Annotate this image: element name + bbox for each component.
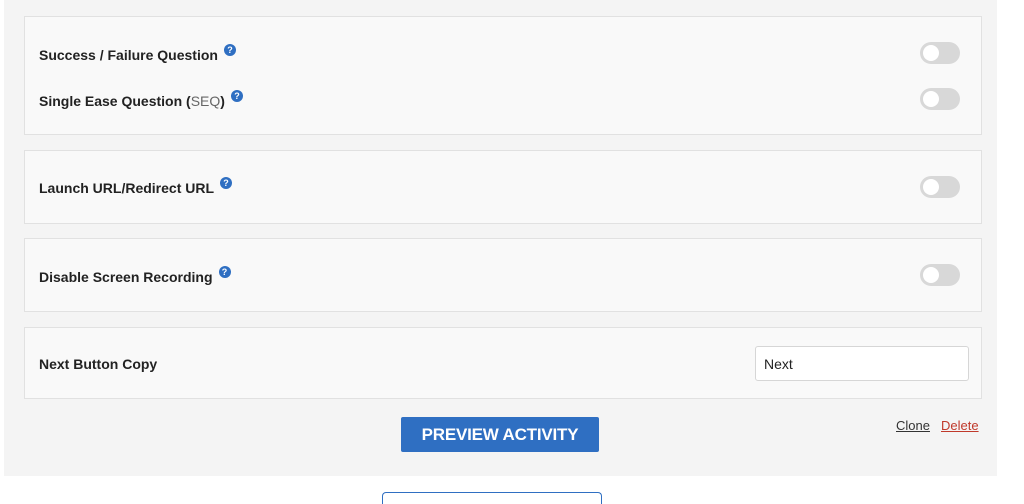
help-icon[interactable]: ? — [218, 266, 231, 278]
toggle-knob — [923, 91, 939, 107]
seq-abbr: SEQ — [190, 93, 221, 109]
questions-card: Success / Failure Question ? Single Ease… — [24, 16, 982, 135]
help-icon[interactable]: ? — [230, 90, 243, 102]
disable-recording-toggle[interactable] — [920, 264, 960, 286]
next-button-copy-label: Next Button Copy — [39, 356, 158, 372]
disable-recording-label: Disable Screen Recording — [39, 269, 213, 285]
partially-visible-button[interactable] — [382, 492, 602, 504]
seq-label: Single Ease Question ( — [39, 93, 191, 109]
disable-recording-card: Disable Screen Recording ? — [24, 238, 982, 312]
seq-toggle[interactable] — [920, 88, 960, 110]
seq-label-end: ) — [220, 93, 225, 109]
toggle-knob — [923, 179, 939, 195]
toggle-knob — [923, 267, 939, 283]
success-failure-label: Success / Failure Question — [39, 47, 218, 63]
clone-link[interactable]: Clone — [896, 418, 930, 433]
toggle-knob — [923, 45, 939, 61]
launch-url-toggle[interactable] — [920, 176, 960, 198]
next-button-copy-card: Next Button Copy — [24, 327, 982, 399]
next-button-copy-input[interactable] — [755, 346, 969, 381]
help-icon[interactable]: ? — [223, 44, 236, 56]
seq-row-label: Single Ease Question (SEQ) ? — [39, 90, 243, 109]
launch-url-label: Launch URL/Redirect URL — [39, 180, 215, 196]
preview-activity-button[interactable]: PREVIEW ACTIVITY — [401, 417, 599, 452]
disable-recording-row-label: Disable Screen Recording ? — [39, 266, 231, 285]
launch-url-row-label: Launch URL/Redirect URL ? — [39, 177, 233, 196]
success-failure-toggle[interactable] — [920, 42, 960, 64]
activity-settings-panel: Success / Failure Question ? Single Ease… — [4, 0, 997, 476]
help-icon[interactable]: ? — [220, 177, 233, 189]
launch-url-card: Launch URL/Redirect URL ? — [24, 150, 982, 224]
success-failure-row-label: Success / Failure Question ? — [39, 44, 236, 63]
delete-link[interactable]: Delete — [941, 418, 979, 433]
